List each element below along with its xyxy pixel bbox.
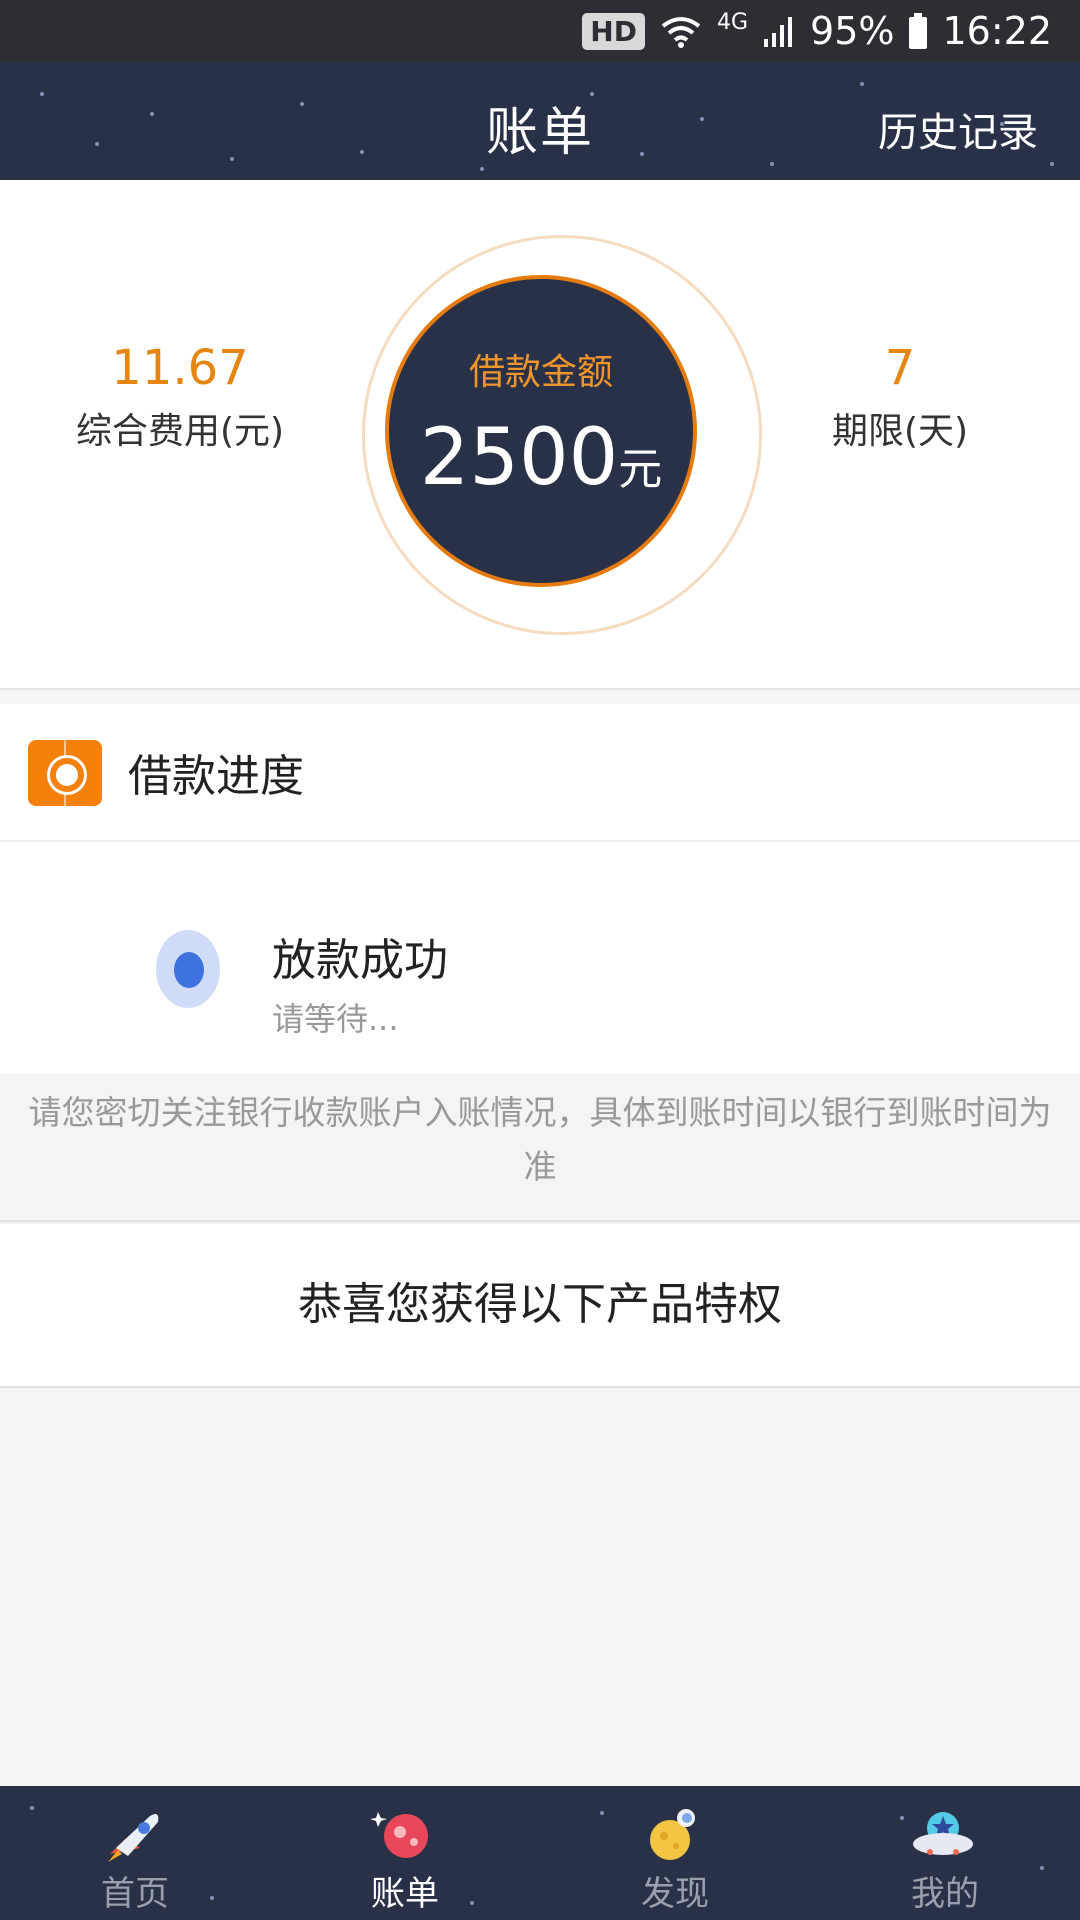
- clock: 16:22: [942, 9, 1052, 53]
- nav-discover-label: 发现: [641, 1874, 709, 1914]
- step-title: 放款成功: [272, 935, 448, 986]
- bottom-nav: 首页 账单 发现 我的: [0, 1786, 1080, 1920]
- history-link[interactable]: 历史记录: [878, 100, 1038, 158]
- progress-section-header: 借款进度: [0, 704, 1080, 842]
- loan-amount-value: 2500: [419, 413, 619, 503]
- arrival-notice: 请您密切关注银行收款账户入账情况，具体到账时间以银行到账时间为准: [0, 1074, 1080, 1222]
- network-type: 4G: [716, 10, 749, 35]
- battery-icon: [909, 13, 928, 49]
- step-status-dot-inner: [174, 952, 204, 988]
- progress-icon: [28, 740, 102, 806]
- top-bar: 账单 历史记录: [0, 62, 1080, 180]
- nav-mine[interactable]: 我的: [810, 1786, 1080, 1920]
- loan-summary: 11.67 综合费用(元) 借款金额 2500元 7 期限(天): [0, 180, 1080, 690]
- nav-home[interactable]: 首页: [0, 1786, 270, 1920]
- wifi-icon: [661, 17, 701, 48]
- amount-circle: 借款金额 2500元: [385, 275, 697, 587]
- nav-mine-label: 我的: [911, 1874, 979, 1914]
- nav-bill[interactable]: 账单: [270, 1786, 540, 1920]
- battery-percent: 95%: [810, 9, 895, 53]
- loan-amount-unit: 元: [618, 444, 663, 495]
- nav-bill-label: 账单: [371, 1874, 439, 1914]
- privilege-title: 恭喜您获得以下产品特权: [0, 1224, 1080, 1388]
- signal-icon: [764, 17, 793, 47]
- fee-value: 11.67: [111, 340, 249, 396]
- nav-discover[interactable]: 发现: [540, 1786, 810, 1920]
- moon-astronaut-icon: [650, 1809, 695, 1860]
- fee-label: 综合费用(元): [75, 411, 285, 452]
- ufo-icon: [913, 1812, 973, 1855]
- step-status-dot-icon: [156, 930, 220, 1008]
- rocket-icon: [108, 1814, 159, 1862]
- term-stat: 7 期限(天): [770, 340, 1030, 454]
- loan-amount: 2500元: [389, 413, 693, 503]
- nav-home-label: 首页: [101, 1874, 169, 1914]
- loan-amount-label: 借款金额: [468, 352, 613, 393]
- progress-section-title: 借款进度: [128, 751, 304, 802]
- term-label: 期限(天): [831, 411, 969, 452]
- term-value: 7: [884, 340, 916, 396]
- bill-planet-icon: [370, 1812, 428, 1858]
- hd-badge: HD: [582, 12, 645, 50]
- status-bar: HD 4G 95% 16:22: [0, 0, 1080, 62]
- step-subtitle: 请等待...: [272, 1000, 399, 1038]
- fee-stat: 11.67 综合费用(元): [50, 340, 310, 454]
